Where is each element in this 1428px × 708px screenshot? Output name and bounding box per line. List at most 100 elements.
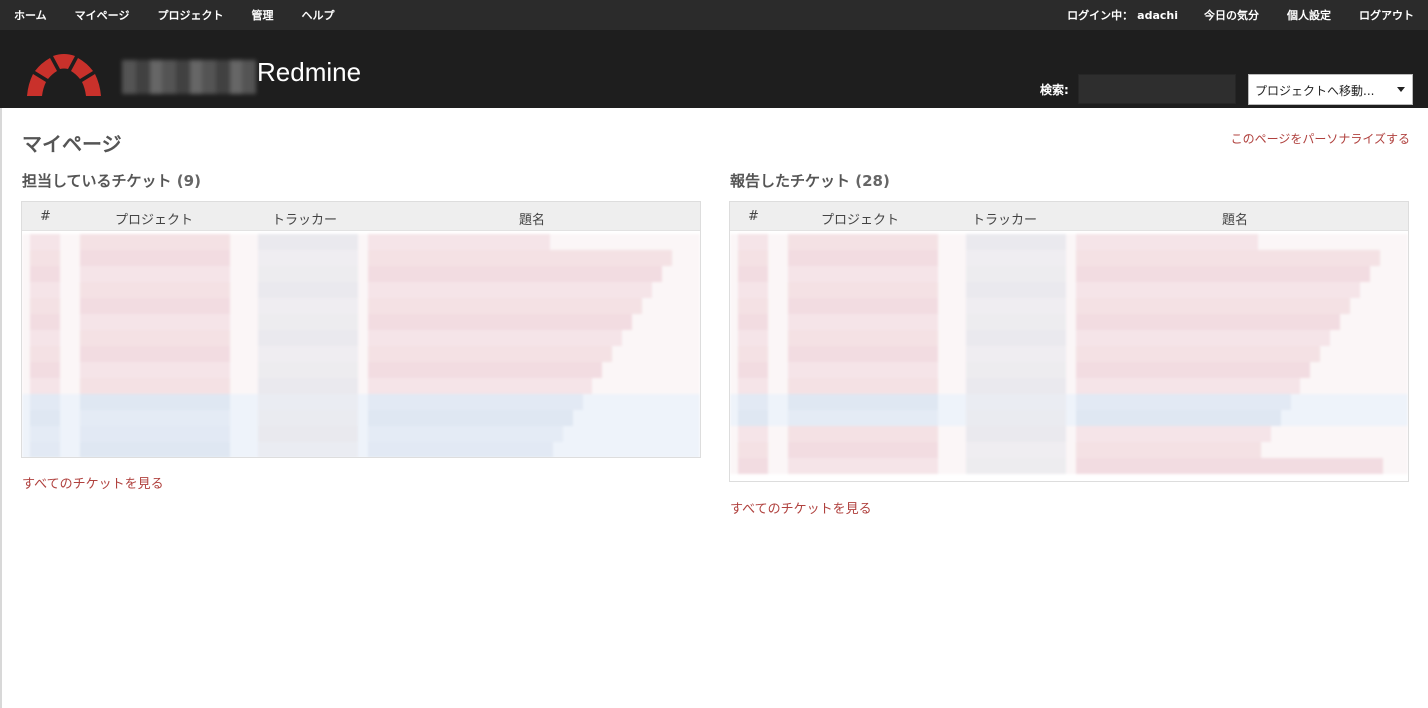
redacted-cell [258, 250, 358, 266]
column-tracker[interactable]: トラッカー [272, 209, 337, 228]
table-row-redacted [22, 378, 700, 394]
table-row-redacted [730, 250, 1408, 266]
table-row-redacted [730, 234, 1408, 250]
redacted-cell [80, 442, 230, 457]
redacted-cell [80, 426, 230, 442]
redacted-cell [966, 410, 1066, 426]
redacted-cell [258, 314, 358, 330]
table-header: # プロジェクト トラッカー 題名 [730, 202, 1408, 231]
table-row-redacted [22, 234, 700, 250]
redacted-cell [738, 426, 768, 442]
redacted-cell [738, 410, 768, 426]
table-row-redacted [730, 458, 1408, 474]
assigned-issues-title-text: 担当しているチケット [22, 172, 172, 190]
top-menu-help[interactable]: ヘルプ [287, 7, 348, 23]
redacted-cell [30, 266, 60, 282]
assigned-issues-title[interactable]: 担当しているチケット (9) [22, 170, 201, 191]
assigned-issues-table: # プロジェクト トラッカー 題名 [21, 201, 701, 458]
redacted-cell [80, 394, 230, 410]
column-subject[interactable]: 題名 [519, 209, 545, 228]
redacted-cell [80, 234, 230, 250]
search-input[interactable] [1078, 74, 1236, 104]
redacted-cell [738, 442, 768, 458]
table-row-redacted [22, 266, 700, 282]
top-menu-admin[interactable]: 管理 [237, 7, 287, 23]
redacted-cell [80, 410, 230, 426]
column-project[interactable]: プロジェクト [115, 209, 193, 228]
redacted-cell [1076, 410, 1281, 426]
column-id[interactable]: # [40, 209, 51, 224]
redacted-cell [30, 426, 60, 442]
top-menu-mood[interactable]: 今日の気分 [1190, 7, 1273, 23]
logged-in-as: ログイン中： adachi [1055, 7, 1190, 23]
assigned-issues-count: (9) [176, 172, 201, 190]
column-subject[interactable]: 題名 [1222, 209, 1248, 228]
redacted-cell [966, 234, 1066, 250]
redacted-cell [30, 442, 60, 457]
redacted-cell [788, 378, 938, 394]
table-row-redacted [22, 250, 700, 266]
redacted-cell [30, 298, 60, 314]
top-menu-logout[interactable]: ログアウト [1345, 7, 1428, 23]
redacted-cell [258, 346, 358, 362]
redacted-cell [368, 330, 622, 346]
redacted-cell [966, 282, 1066, 298]
project-jump-select[interactable]: プロジェクトへ移動... [1248, 74, 1413, 105]
redacted-cell [788, 330, 938, 346]
redacted-cell [738, 298, 768, 314]
reported-issues-title[interactable]: 報告したチケット (28) [730, 170, 890, 191]
redacted-cell [966, 442, 1066, 458]
redacted-cell [30, 394, 60, 410]
redacted-cell [30, 410, 60, 426]
redacted-cell [738, 458, 768, 474]
table-row-redacted [730, 282, 1408, 298]
redacted-cell [1076, 234, 1258, 250]
top-menu-home[interactable]: ホーム [0, 7, 61, 23]
reported-issues-count: (28) [855, 172, 890, 190]
redacted-cell [30, 346, 60, 362]
redacted-cell [966, 394, 1066, 410]
site-title[interactable]: Redmine [257, 57, 361, 88]
redmine-logo-icon[interactable] [24, 44, 104, 104]
top-menu-my-page[interactable]: マイページ [61, 7, 144, 23]
redacted-cell [1076, 442, 1261, 458]
redacted-cell [1076, 426, 1271, 442]
page-title: マイページ [22, 132, 122, 156]
redacted-cell [738, 314, 768, 330]
column-id[interactable]: # [748, 209, 759, 224]
redacted-cell [788, 250, 938, 266]
redacted-cell [966, 298, 1066, 314]
redacted-cell [258, 442, 358, 457]
redacted-cell [788, 426, 938, 442]
reported-view-all-issues-link[interactable]: すべてのチケットを見る [730, 498, 872, 517]
top-menu: ホーム マイページ プロジェクト 管理 ヘルプ ログイン中： adachi 今日の… [0, 0, 1428, 30]
redacted-cell [788, 362, 938, 378]
redacted-cell [788, 234, 938, 250]
logged-in-user[interactable]: adachi [1137, 9, 1178, 22]
redacted-cell [738, 266, 768, 282]
column-project[interactable]: プロジェクト [821, 209, 899, 228]
redacted-cell [368, 298, 642, 314]
assigned-view-all-issues-link[interactable]: すべてのチケットを見る [22, 473, 164, 492]
column-tracker[interactable]: トラッカー [972, 209, 1037, 228]
redacted-cell [80, 250, 230, 266]
redacted-cell [30, 362, 60, 378]
redacted-cell [258, 394, 358, 410]
redacted-cell [738, 362, 768, 378]
redacted-cell [788, 410, 938, 426]
header: Redmine 検索: プロジェクトへ移動... [0, 30, 1428, 108]
top-menu-my-account[interactable]: 個人設定 [1273, 7, 1345, 23]
table-row-redacted [730, 266, 1408, 282]
top-menu-projects[interactable]: プロジェクト [143, 7, 237, 23]
table-row-redacted [730, 426, 1408, 442]
redacted-cell [966, 362, 1066, 378]
redacted-cell [30, 234, 60, 250]
redacted-cell [966, 314, 1066, 330]
redacted-cell [258, 426, 358, 442]
personalize-page-link[interactable]: このページをパーソナライズする [1231, 130, 1410, 147]
redacted-cell [738, 378, 768, 394]
redacted-cell [738, 346, 768, 362]
table-row-redacted [730, 298, 1408, 314]
redacted-cell [788, 282, 938, 298]
redacted-cell [738, 394, 768, 410]
